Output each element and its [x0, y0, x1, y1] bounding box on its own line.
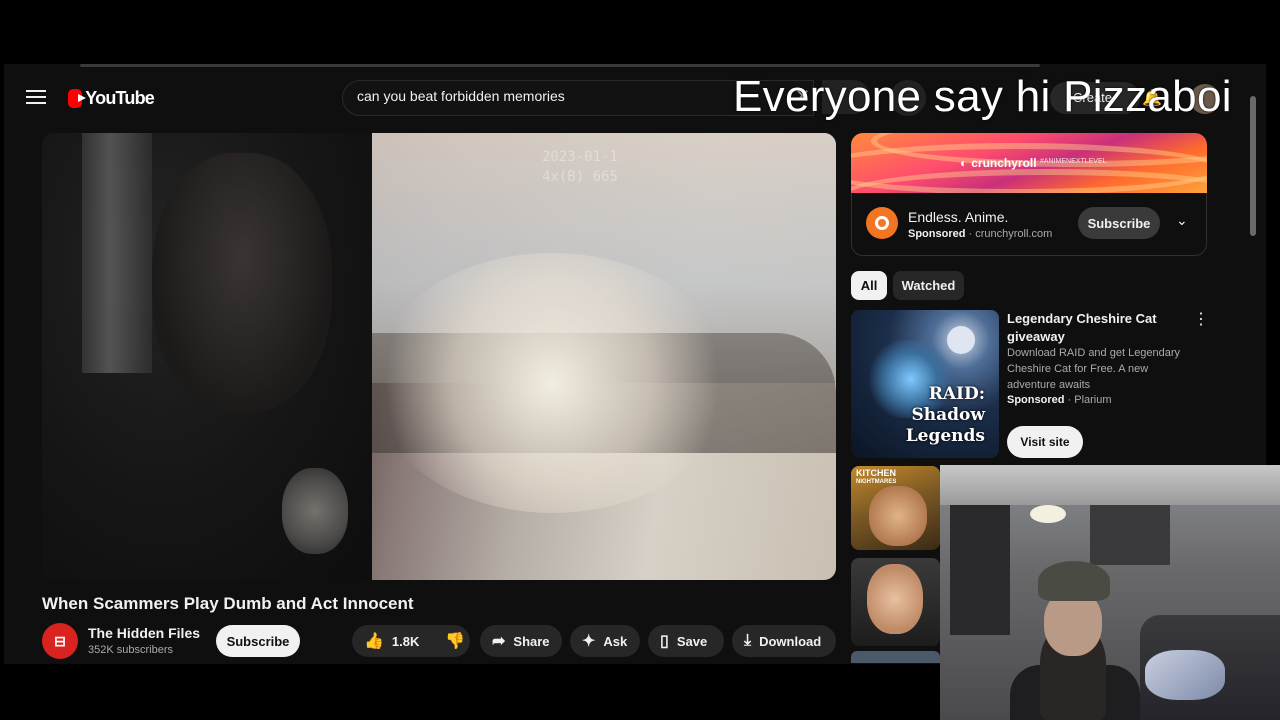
- webcam-light: [1030, 505, 1066, 523]
- video-officer-head: [152, 153, 332, 413]
- stream-overlay-text: Everyone say hi Pizzaboi: [733, 72, 1232, 121]
- like-dislike-group: 👍 1.8K 👎: [352, 625, 470, 657]
- download-label: Download: [759, 633, 822, 649]
- save-button[interactable]: ▯ Save: [648, 625, 724, 657]
- video-badge: [282, 468, 348, 554]
- sponsored-label: Sponsored: [908, 228, 966, 240]
- ad-domain: crunchyroll.com: [975, 228, 1053, 240]
- sparkle-icon: ✦: [582, 633, 596, 650]
- channel-avatar[interactable]: ⊟: [42, 623, 78, 659]
- ad-title[interactable]: Endless. Anime.: [908, 209, 1008, 225]
- logo-text: YouTube: [85, 87, 155, 108]
- chip-all[interactable]: All: [851, 271, 887, 300]
- thumb-show-logo: KITCHEN NIGHTMARES: [856, 469, 896, 487]
- thumb-text-line: NIGHTMARES: [856, 479, 897, 485]
- crunchyroll-logo: ◐ crunchyroll: [960, 156, 1037, 170]
- webcam-ceiling: [940, 465, 1280, 505]
- ask-button[interactable]: ✦ Ask: [570, 625, 640, 657]
- chevron-down-icon[interactable]: ⌄: [1176, 212, 1188, 229]
- video-thumbnail[interactable]: [851, 651, 940, 663]
- menu-icon[interactable]: [22, 86, 50, 110]
- video-window: [82, 133, 152, 373]
- ad-meta: Sponsored · crunchyroll.com: [908, 228, 1053, 240]
- crunchyroll-icon: ◐: [960, 156, 968, 170]
- page-scrollbar[interactable]: [1250, 96, 1256, 236]
- video-glare: [372, 253, 732, 513]
- download-icon: ⤓: [744, 632, 752, 649]
- more-options-icon[interactable]: ⋮: [1193, 312, 1209, 328]
- subscribe-button[interactable]: Subscribe: [216, 625, 300, 657]
- thumb-moon: [947, 326, 975, 354]
- tab-strip-edge: [80, 64, 1040, 67]
- advertiser-icon: [866, 207, 898, 239]
- promo-advertiser: Plarium: [1074, 394, 1112, 406]
- thumb-text-line: KITCHEN: [856, 468, 896, 478]
- channel-subscribers: 352K subscribers: [88, 644, 173, 656]
- visit-site-button[interactable]: Visit site: [1007, 426, 1083, 458]
- promo-description: Download RAID and get Legendary Cheshire…: [1007, 347, 1181, 391]
- webcam-overlay: [940, 465, 1280, 720]
- youtube-logo[interactable]: YouTube: [68, 87, 155, 109]
- webcam-person-hat: [1038, 561, 1110, 601]
- promo-meta: Sponsored · Plarium: [1007, 394, 1112, 406]
- ad-subscribe-button[interactable]: Subscribe: [1078, 207, 1160, 239]
- video-thumbnail[interactable]: [851, 558, 940, 646]
- thumb-text-line: RAID:: [928, 384, 985, 404]
- webcam-cabinet: [1090, 505, 1170, 565]
- promo-title[interactable]: Legendary Cheshire Cat giveaway: [1007, 310, 1177, 346]
- search-query[interactable]: can you beat forbidden memories: [357, 88, 565, 104]
- video-player[interactable]: 2023-01-1 4x(B) 665: [42, 133, 836, 580]
- webcam-blanket: [1145, 650, 1225, 700]
- timestamp-line-1: 2023-01-1: [542, 149, 618, 165]
- like-icon[interactable]: 👍: [364, 631, 384, 651]
- chip-watched[interactable]: Watched: [893, 271, 964, 300]
- ad-hashtag: #ANIMENEXTLEVEL: [1040, 158, 1107, 165]
- timestamp-line-2: 4x(B) 665: [542, 169, 618, 185]
- ask-label: Ask: [603, 633, 628, 649]
- crunchyroll-wordmark: crunchyroll: [971, 156, 1037, 170]
- share-button[interactable]: ➦ Share: [480, 625, 562, 657]
- save-label: Save: [676, 633, 708, 649]
- video-title: When Scammers Play Dumb and Act Innocent: [42, 594, 414, 613]
- like-count[interactable]: 1.8K: [392, 634, 419, 649]
- video-timestamp: 2023-01-1 4x(B) 665: [542, 147, 618, 187]
- bookmark-icon: ▯: [660, 633, 669, 650]
- video-thumbnail[interactable]: KITCHEN NIGHTMARES: [851, 466, 940, 550]
- play-logo-icon: [68, 88, 87, 108]
- channel-name[interactable]: The Hidden Files: [88, 625, 200, 641]
- share-label: Share: [513, 633, 550, 649]
- thumb-face: [869, 486, 927, 546]
- thumb-face: [867, 564, 923, 634]
- thumb-logo-text: RAID: Shadow Legends: [906, 384, 985, 447]
- promo-thumbnail[interactable]: RAID: Shadow Legends: [851, 310, 999, 458]
- thumb-text-line: Shadow: [911, 405, 985, 425]
- webcam-shelf: [950, 505, 1010, 635]
- share-icon: ➦: [492, 633, 506, 650]
- thumb-text-line: Legends: [905, 426, 985, 446]
- download-button[interactable]: ⤓ Download: [732, 625, 836, 657]
- dislike-icon[interactable]: 👎: [445, 631, 465, 651]
- sponsored-label: Sponsored: [1007, 394, 1065, 406]
